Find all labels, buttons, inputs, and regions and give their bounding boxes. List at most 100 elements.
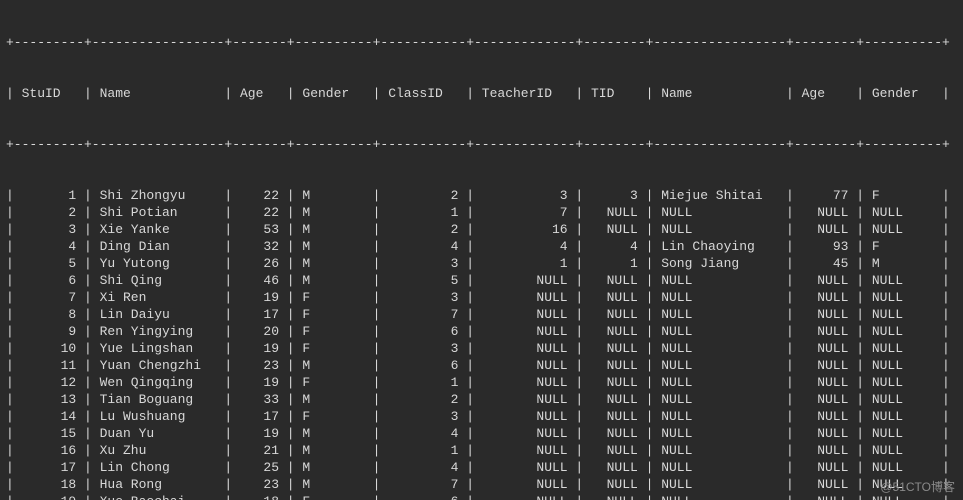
cell-classid: 4: [380, 425, 466, 442]
column-separator: |: [942, 459, 950, 476]
header-stuid: StuID: [14, 85, 84, 102]
cell-age1: 19: [232, 425, 287, 442]
column-separator: |: [224, 340, 232, 357]
cell-name1: Xue Baochai: [92, 493, 225, 500]
cell-gender1: F: [295, 340, 373, 357]
column-separator: |: [6, 340, 14, 357]
column-separator: |: [224, 442, 232, 459]
cell-classid: 3: [380, 255, 466, 272]
column-separator: |: [84, 476, 92, 493]
column-separator: |: [856, 391, 864, 408]
cell-name1: Yuan Chengzhi: [92, 357, 225, 374]
column-separator: |: [646, 187, 654, 204]
cell-teacherid: NULL: [474, 442, 575, 459]
cell-teacherid: NULL: [474, 425, 575, 442]
column-separator: |: [224, 85, 232, 102]
cell-name2: NULL: [653, 323, 786, 340]
cell-age2: NULL: [794, 306, 856, 323]
cell-classid: 4: [380, 459, 466, 476]
cell-age1: 46: [232, 272, 287, 289]
column-separator: |: [466, 306, 474, 323]
column-separator: |: [373, 340, 381, 357]
cell-gender2: NULL: [864, 306, 942, 323]
column-separator: |: [466, 391, 474, 408]
column-separator: |: [287, 204, 295, 221]
column-separator: |: [575, 374, 583, 391]
cell-name2: Song Jiang: [653, 255, 786, 272]
column-separator: |: [6, 357, 14, 374]
cell-gender1: F: [295, 374, 373, 391]
cell-classid: 2: [380, 391, 466, 408]
cell-tid: NULL: [583, 221, 645, 238]
cell-gender1: M: [295, 357, 373, 374]
column-separator: |: [466, 357, 474, 374]
cell-stuid: 18: [14, 476, 84, 493]
cell-stuid: 11: [14, 357, 84, 374]
table-body: |1|Shi Zhongyu|22|M|2|3|3|Miejue Shitai|…: [6, 187, 957, 500]
column-separator: |: [466, 408, 474, 425]
cell-gender1: M: [295, 442, 373, 459]
cell-stuid: 9: [14, 323, 84, 340]
column-separator: |: [575, 459, 583, 476]
header-gender1: Gender: [295, 85, 373, 102]
cell-teacherid: 3: [474, 187, 575, 204]
column-separator: |: [373, 408, 381, 425]
column-separator: |: [287, 238, 295, 255]
column-separator: |: [786, 238, 794, 255]
cell-age2: 45: [794, 255, 856, 272]
cell-gender2: NULL: [864, 425, 942, 442]
column-separator: |: [786, 459, 794, 476]
column-separator: |: [942, 272, 950, 289]
column-separator: |: [646, 340, 654, 357]
column-separator: |: [84, 187, 92, 204]
table-row: |4|Ding Dian|32|M|4|4|4|Lin Chaoying|93|…: [6, 238, 957, 255]
column-separator: |: [942, 238, 950, 255]
column-separator: |: [786, 408, 794, 425]
column-separator: |: [786, 306, 794, 323]
column-separator: |: [287, 391, 295, 408]
column-separator: |: [224, 221, 232, 238]
cell-name2: NULL: [653, 442, 786, 459]
column-separator: |: [6, 272, 14, 289]
cell-gender2: NULL: [864, 408, 942, 425]
cell-age1: 23: [232, 476, 287, 493]
table-row: |10|Yue Lingshan|19|F|3|NULL|NULL|NULL|N…: [6, 340, 957, 357]
cell-name1: Shi Zhongyu: [92, 187, 225, 204]
cell-gender1: M: [295, 391, 373, 408]
cell-stuid: 12: [14, 374, 84, 391]
cell-name2: NULL: [653, 391, 786, 408]
column-separator: |: [575, 221, 583, 238]
cell-classid: 7: [380, 476, 466, 493]
column-separator: |: [84, 391, 92, 408]
cell-name2: NULL: [653, 425, 786, 442]
column-separator: |: [575, 238, 583, 255]
table-row: |12|Wen Qingqing|19|F|1|NULL|NULL|NULL|N…: [6, 374, 957, 391]
cell-gender1: M: [295, 204, 373, 221]
cell-classid: 1: [380, 204, 466, 221]
column-separator: |: [466, 187, 474, 204]
column-separator: |: [84, 204, 92, 221]
column-separator: |: [84, 238, 92, 255]
cell-age2: NULL: [794, 476, 856, 493]
column-separator: |: [466, 204, 474, 221]
table-border-mid1: +---------+-----------------+-------+---…: [6, 136, 957, 153]
column-separator: |: [84, 340, 92, 357]
cell-name2: NULL: [653, 204, 786, 221]
column-separator: |: [6, 408, 14, 425]
cell-tid: NULL: [583, 374, 645, 391]
column-separator: |: [856, 272, 864, 289]
cell-name2: NULL: [653, 374, 786, 391]
cell-age1: 20: [232, 323, 287, 340]
cell-teacherid: NULL: [474, 340, 575, 357]
column-separator: |: [287, 476, 295, 493]
cell-gender2: NULL: [864, 374, 942, 391]
column-separator: |: [224, 323, 232, 340]
cell-name1: Xi Ren: [92, 289, 225, 306]
cell-stuid: 3: [14, 221, 84, 238]
column-separator: |: [373, 85, 381, 102]
column-separator: |: [287, 221, 295, 238]
cell-stuid: 2: [14, 204, 84, 221]
cell-age2: NULL: [794, 442, 856, 459]
column-separator: |: [6, 323, 14, 340]
table-row: |8|Lin Daiyu|17|F|7|NULL|NULL|NULL|NULL|…: [6, 306, 957, 323]
